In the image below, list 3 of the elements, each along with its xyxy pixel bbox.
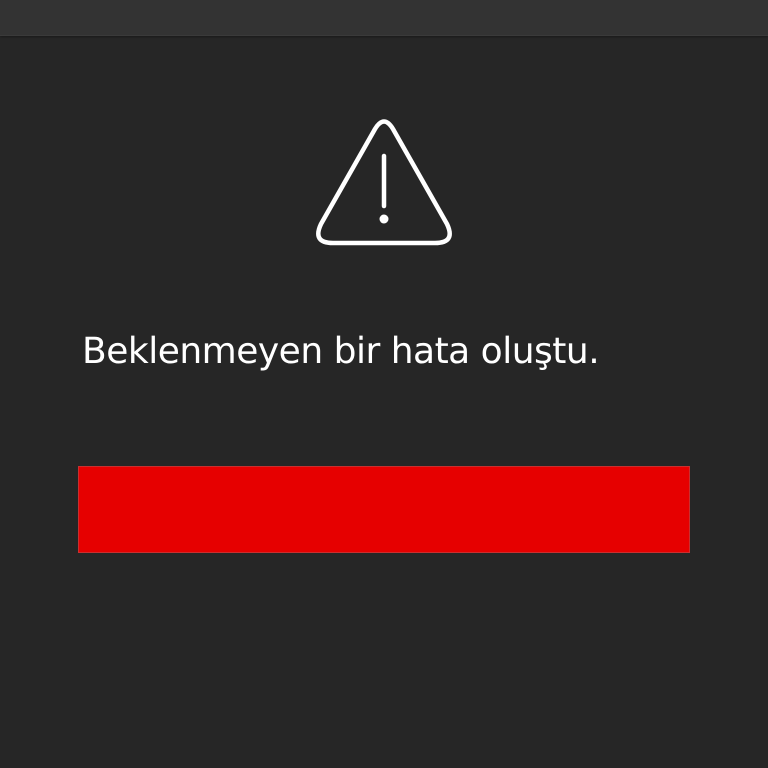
warning-icon [315, 118, 453, 246]
action-button[interactable] [78, 466, 690, 553]
error-message: Beklenmeyen bir hata oluştu. [82, 330, 600, 374]
